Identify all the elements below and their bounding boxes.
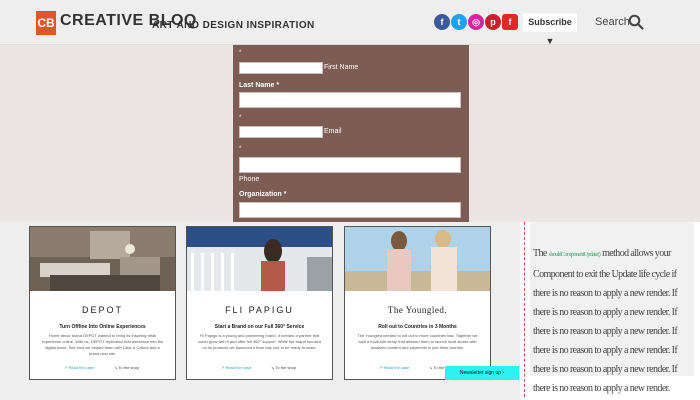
flipboard-icon[interactable]: f <box>502 14 518 30</box>
last-name-field[interactable] <box>239 92 461 108</box>
card-text: Home decor brand DEPOT wanted to bring i… <box>41 333 164 356</box>
read-case-link[interactable]: ↗ Read the case <box>221 365 251 370</box>
phone-field[interactable] <box>239 157 461 173</box>
youngled-photo <box>345 227 490 291</box>
facebook-icon[interactable]: f <box>434 14 450 30</box>
to-shop-link[interactable]: ↘ To the shop <box>271 365 296 370</box>
card-brand: The Youngled. <box>387 305 448 315</box>
pinterest-glyph: p <box>490 17 496 27</box>
aside-highlight: shouldComponentUpdate() <box>548 252 601 258</box>
card-brand: FLI PAPIGU <box>225 305 294 315</box>
newsletter-signup-button[interactable]: Newsletter sign up › <box>445 366 519 380</box>
required-mark: * <box>239 115 242 121</box>
card-text: Fli Papigu is a young and pioneering bra… <box>198 333 321 350</box>
aside-text-after: method allows your Component to exit the… <box>533 248 678 394</box>
first-name-label: First Name <box>324 64 359 71</box>
logo-badge[interactable]: CB <box>36 11 56 35</box>
case-card-fli-papigu[interactable]: FLI PAPIGU Start a Brand on our Full 360… <box>186 226 333 380</box>
phone-label: Phone <box>239 176 260 183</box>
depot-interior-image <box>30 227 175 291</box>
site-header: CB CREATIVE BLOQ ART AND DESIGN INSPIRAT… <box>0 0 700 46</box>
email-label: Email <box>324 128 342 135</box>
instagram-icon[interactable]: ◎ <box>468 14 484 30</box>
to-shop-link[interactable]: ↘ To the shop <box>114 365 139 370</box>
lead-form-panel: * First Name Last Name * * Email * Phone… <box>233 45 469 222</box>
twitter-icon[interactable]: t <box>451 14 467 30</box>
card-heading: Roll out to Countries in 3 Months <box>378 324 457 330</box>
organization-field[interactable] <box>239 202 461 218</box>
first-name-field[interactable] <box>239 62 323 74</box>
pinterest-icon[interactable]: p <box>485 14 501 30</box>
site-tagline: ART AND DESIGN INSPIRATION <box>152 20 315 31</box>
twitter-glyph: t <box>457 17 461 27</box>
facebook-glyph: f <box>440 17 444 27</box>
card-brand: DEPOT <box>81 305 123 315</box>
read-case-link[interactable]: ↗ Read the case <box>64 365 94 370</box>
required-mark: * <box>239 146 242 152</box>
card-heading: Turn Offline Into Online Experiences <box>59 324 146 330</box>
last-name-label: Last Name * <box>239 82 280 89</box>
aside-guide-line <box>524 222 525 397</box>
search-label[interactable]: Search <box>595 16 630 28</box>
case-card-depot[interactable]: DEPOT Turn Offline Into Online Experienc… <box>29 226 176 380</box>
organization-label: Organization * <box>239 191 287 198</box>
fli-papigu-photo <box>187 227 332 291</box>
subscribe-button[interactable]: Subscribe ▼ <box>523 13 577 46</box>
required-mark: * <box>239 50 242 56</box>
search-icon[interactable] <box>628 14 644 30</box>
email-field[interactable] <box>239 126 323 138</box>
card-heading: Start a Brand on our Full 360° Service <box>214 324 305 330</box>
read-case-link[interactable]: ↗ Read the case <box>379 365 409 370</box>
aside-text-before: The <box>533 248 547 259</box>
aside-text: The shouldComponentUpdate() method allow… <box>533 244 691 398</box>
flipboard-glyph: f <box>508 17 512 27</box>
card-text: The Youngled needed to roll out to more … <box>357 333 478 350</box>
instagram-glyph: ◎ <box>472 17 480 27</box>
case-card-youngled[interactable]: The Youngled. Roll out to Countries in 3… <box>344 226 491 380</box>
